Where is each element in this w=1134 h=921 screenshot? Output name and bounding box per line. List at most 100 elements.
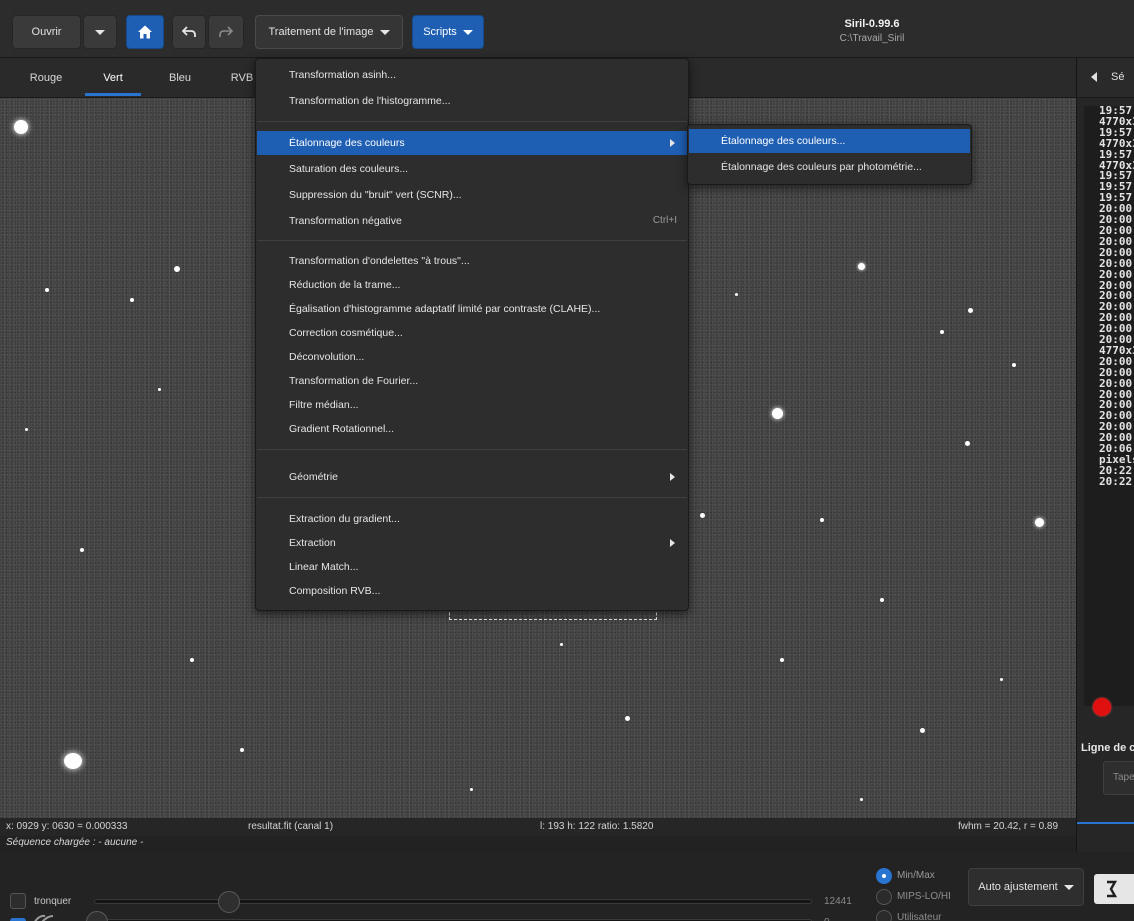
star <box>130 298 134 302</box>
redo-icon <box>219 26 233 37</box>
star <box>700 513 705 518</box>
console-log[interactable]: 19:57:4770x319:57:4770x319:57:4770x319:5… <box>1084 106 1134 706</box>
menu-separator <box>257 240 687 241</box>
menu-item-label: Transformation négative <box>289 215 402 227</box>
star <box>772 408 783 419</box>
menu-item-label: Égalisation d'histogramme adaptatif limi… <box>289 303 601 315</box>
menu-item-gradient-extraction[interactable]: Extraction du gradient... <box>257 507 687 531</box>
menu-item-color-calibration[interactable]: Étalonnage des couleurs <box>257 131 687 155</box>
menu-item-color-saturation[interactable]: Saturation des couleurs... <box>257 157 687 181</box>
radio-user[interactable] <box>876 910 892 921</box>
link-icon <box>34 914 54 921</box>
menu-separator <box>257 449 687 450</box>
submenu-item-photometric-calibration[interactable]: Étalonnage des couleurs par photométrie.… <box>689 155 970 179</box>
star <box>190 658 194 662</box>
submenu-item-color-calibration[interactable]: Étalonnage des couleurs... <box>689 129 970 153</box>
star <box>780 658 784 662</box>
scripts-label: Scripts <box>423 26 457 38</box>
color-calibration-submenu: Étalonnage des couleurs... Étalonnage de… <box>687 124 972 185</box>
star <box>820 518 824 522</box>
menu-item-label: Correction cosmétique... <box>289 327 403 339</box>
star <box>920 728 925 733</box>
tab-blue[interactable]: Bleu <box>152 58 208 98</box>
max-slider-track[interactable] <box>94 899 812 904</box>
tab-red[interactable]: Rouge <box>18 58 74 98</box>
menu-item-label: Filtre médian... <box>289 399 359 411</box>
image-processing-menu-button[interactable]: Traitement de l'image <box>255 15 403 49</box>
menu-item-banding-reduction[interactable]: Réduction de la trame... <box>257 273 687 297</box>
chevron-left-icon <box>1091 72 1097 82</box>
auto-adjust-button[interactable]: Auto ajustement <box>968 868 1084 906</box>
star <box>858 263 865 270</box>
star <box>940 330 944 334</box>
menu-item-asinh[interactable]: Transformation asinh... <box>257 63 687 87</box>
star <box>560 643 563 646</box>
sequence-status: Séquence chargée : - aucune - <box>0 836 1076 852</box>
menu-item-negative[interactable]: Transformation négative Ctrl+I <box>257 209 687 233</box>
menu-item-deconvolution[interactable]: Déconvolution... <box>257 345 687 369</box>
menu-item-wavelets[interactable]: Transformation d'ondelettes "à trous"... <box>257 249 687 273</box>
menu-item-label: Saturation des couleurs... <box>289 163 409 175</box>
console-panel-title: Sé <box>1111 71 1125 83</box>
open-button[interactable]: Ouvrir <box>12 15 81 49</box>
menu-item-geometry[interactable]: Géométrie <box>257 465 687 489</box>
radio-user-label: Utilisateur <box>897 912 942 921</box>
radio-minmax-label: Min/Max <box>897 870 935 881</box>
menu-separator <box>257 497 687 498</box>
menu-item-label: Suppression du "bruit" vert (SCNR)... <box>289 189 462 201</box>
truncate-checkbox[interactable] <box>10 893 26 909</box>
scripts-menu-button[interactable]: Scripts <box>412 15 484 49</box>
menu-item-fourier[interactable]: Transformation de Fourier... <box>257 369 687 393</box>
image-processing-menu: Transformation asinh... Transformation d… <box>255 58 689 611</box>
pin-widget-button[interactable] <box>1094 874 1134 904</box>
menu-item-label: Gradient Rotationnel... <box>289 423 395 435</box>
star <box>735 293 738 296</box>
redo-button[interactable] <box>208 15 244 49</box>
chevron-down-icon <box>95 29 105 35</box>
star <box>880 598 884 602</box>
menu-item-label: Étalonnage des couleurs par photométrie.… <box>721 161 922 173</box>
menu-item-scnr[interactable]: Suppression du "bruit" vert (SCNR)... <box>257 183 687 207</box>
menu-item-clahe[interactable]: Égalisation d'histogramme adaptatif limi… <box>257 297 687 321</box>
star <box>64 753 82 769</box>
undo-button[interactable] <box>172 15 206 49</box>
truncate-label: tronquer <box>34 896 72 907</box>
chevron-down-icon <box>379 29 390 35</box>
radio-mips[interactable] <box>876 889 892 905</box>
menu-item-rgb-composition[interactable]: Composition RVB... <box>257 579 687 603</box>
star <box>860 798 863 801</box>
record-icon[interactable] <box>1093 698 1111 716</box>
menu-item-histogram[interactable]: Transformation de l'histogramme... <box>257 89 687 113</box>
console-panel-header[interactable]: Sé <box>1077 58 1134 98</box>
menu-item-label: Déconvolution... <box>289 351 365 363</box>
star <box>968 308 973 313</box>
chevron-down-icon <box>462 29 473 35</box>
star <box>174 266 180 272</box>
menu-item-rotational-gradient[interactable]: Gradient Rotationnel... <box>257 417 687 441</box>
menu-item-shortcut: Ctrl+I <box>652 215 677 226</box>
command-line-input[interactable]: Taper <box>1103 761 1134 795</box>
menu-item-linear-match[interactable]: Linear Match... <box>257 555 687 579</box>
file-name: resultat.fit (canal 1) <box>248 821 334 832</box>
menu-item-cosmetic-correction[interactable]: Correction cosmétique... <box>257 321 687 345</box>
menu-item-label: Transformation d'ondelettes "à trous"... <box>289 255 470 267</box>
chevron-down-icon <box>1063 884 1074 890</box>
star <box>158 388 161 391</box>
tab-green[interactable]: Vert <box>85 58 141 98</box>
radio-minmax[interactable] <box>876 868 892 884</box>
fwhm-readout: fwhm = 20.42, r = 0.89 <box>958 821 1059 832</box>
auto-adjust-label: Auto ajustement <box>978 881 1058 893</box>
min-slider-handle[interactable] <box>86 911 108 921</box>
star <box>240 748 244 752</box>
max-slider-handle[interactable] <box>218 891 240 913</box>
menu-item-extraction[interactable]: Extraction <box>257 531 687 555</box>
menu-item-label: Étalonnage des couleurs... <box>721 135 846 147</box>
home-button[interactable] <box>126 15 164 49</box>
menu-item-median-filter[interactable]: Filtre médian... <box>257 393 687 417</box>
command-line-label: Ligne de c <box>1081 742 1134 754</box>
star <box>625 716 630 721</box>
star <box>14 120 28 134</box>
menu-item-label: Transformation asinh... <box>289 69 396 81</box>
star <box>1000 678 1003 681</box>
open-recent-dropdown-button[interactable] <box>83 15 117 49</box>
